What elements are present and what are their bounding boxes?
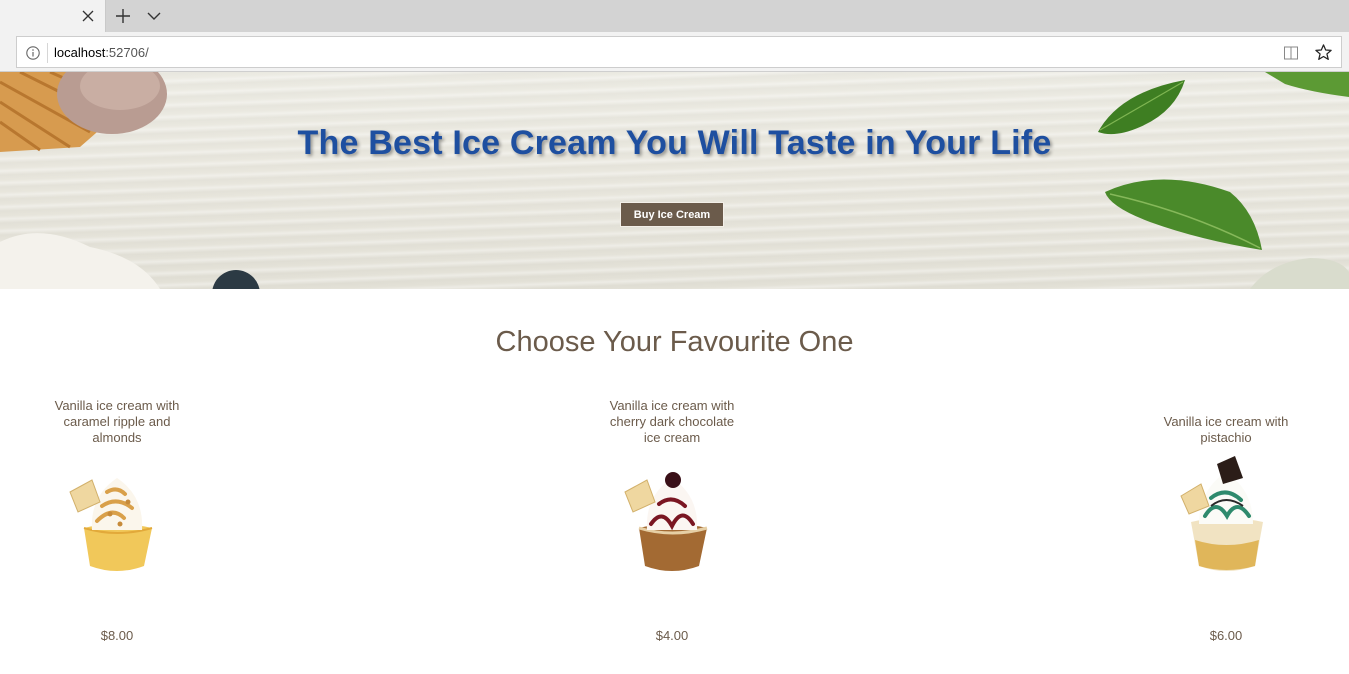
hero-title: The Best Ice Cream You Will Taste in You…	[297, 124, 1052, 162]
bowl-edge	[1250, 258, 1349, 289]
url-text[interactable]: localhost:52706/	[54, 45, 149, 60]
tab-bar	[0, 0, 1349, 32]
product-price: $6.00	[1209, 628, 1243, 643]
browser-toolbar: localhost:52706/	[0, 32, 1349, 72]
info-icon[interactable]	[25, 45, 41, 61]
ice-cream-cup-image[interactable]	[62, 466, 172, 586]
address-separator	[47, 43, 48, 63]
section-title: Choose Your Favourite One	[495, 326, 854, 358]
url-port: :52706/	[105, 45, 149, 60]
hero-decoration	[0, 72, 1349, 289]
buy-ice-cream-button[interactable]: Buy Ice Cream	[620, 202, 724, 227]
star-icon[interactable]	[1314, 43, 1333, 62]
product-price: $4.00	[655, 628, 689, 643]
cream-splash	[0, 233, 160, 289]
address-bar[interactable]: localhost:52706/	[16, 36, 1342, 68]
ice-cream-cup-image[interactable]	[1171, 454, 1281, 574]
browser-tab[interactable]	[0, 0, 106, 32]
product-name: Vanilla ice cream with cherry dark choco…	[609, 398, 735, 445]
close-icon[interactable]	[80, 8, 96, 24]
product-price: $8.00	[100, 628, 134, 643]
hero-banner: The Best Ice Cream You Will Taste in You…	[0, 72, 1349, 289]
plus-icon[interactable]	[114, 7, 132, 25]
product-name: Vanilla ice cream with pistachio	[1163, 414, 1289, 445]
reading-view-icon[interactable]	[1283, 45, 1299, 61]
chevron-down-icon[interactable]	[146, 8, 162, 24]
blueberry-image	[212, 270, 260, 289]
url-host: localhost	[54, 45, 106, 60]
ice-cream-cup-image[interactable]	[617, 466, 727, 586]
product-name: Vanilla ice cream with caramel ripple an…	[54, 398, 180, 445]
